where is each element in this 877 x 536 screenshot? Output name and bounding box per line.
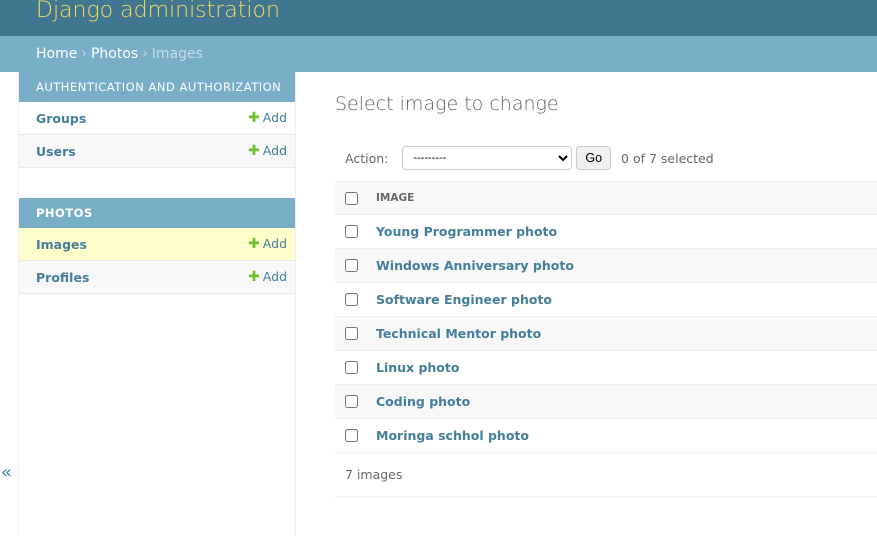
site-header: Django administration	[0, 0, 877, 36]
image-link[interactable]: Linux photo	[376, 360, 459, 375]
image-link[interactable]: Technical Mentor photo	[376, 326, 541, 341]
row-checkbox[interactable]	[345, 429, 358, 442]
add-label: Add	[262, 110, 287, 125]
sidebar-item-images[interactable]: Images ✚ Add	[19, 228, 295, 261]
row-checkbox[interactable]	[345, 225, 358, 238]
row-checkbox[interactable]	[345, 327, 358, 340]
column-header-image[interactable]: IMAGE	[376, 192, 414, 204]
sidebar-item-label[interactable]: Groups	[36, 111, 86, 126]
row-checkbox[interactable]	[345, 361, 358, 374]
sidebar-item-label[interactable]: Users	[36, 144, 76, 159]
plus-icon: ✚	[248, 236, 260, 252]
breadcrumb-photos[interactable]: Photos	[91, 46, 138, 62]
add-profiles-button[interactable]: ✚ Add	[248, 269, 287, 285]
sidebar-item-label[interactable]: Profiles	[36, 270, 89, 285]
breadcrumb-current: Images	[151, 46, 203, 62]
table-row: Moringa schhol photo	[335, 419, 877, 453]
plus-icon: ✚	[248, 110, 260, 126]
toggle-sidebar-button[interactable]: «	[1, 462, 12, 483]
add-label: Add	[262, 236, 287, 251]
add-label: Add	[262, 143, 287, 158]
breadcrumb-separator: ›	[81, 46, 87, 62]
select-all-checkbox[interactable]	[345, 191, 358, 205]
add-images-button[interactable]: ✚ Add	[248, 236, 287, 252]
image-link[interactable]: Moringa schhol photo	[376, 428, 529, 443]
action-label: Action:	[345, 150, 389, 166]
table-header: IMAGE	[335, 181, 877, 215]
add-groups-button[interactable]: ✚ Add	[248, 110, 287, 126]
nav-sidebar: AUTHENTICATION AND AUTHORIZATION Groups ✚…	[18, 72, 296, 536]
sidebar-item-users[interactable]: Users ✚ Add	[19, 135, 295, 168]
row-checkbox[interactable]	[345, 259, 358, 272]
table-row: Software Engineer photo	[335, 283, 877, 317]
module-caption-photos[interactable]: PHOTOS	[19, 198, 295, 228]
content: Select image to change Action: ---------…	[335, 72, 877, 497]
row-checkbox[interactable]	[345, 293, 358, 306]
site-title[interactable]: Django administration	[36, 0, 877, 22]
action-select[interactable]: ---------	[402, 146, 573, 170]
sidebar-item-groups[interactable]: Groups ✚ Add	[19, 102, 295, 135]
breadcrumb-home[interactable]: Home	[36, 46, 77, 62]
image-link[interactable]: Coding photo	[376, 394, 470, 409]
plus-icon: ✚	[248, 269, 260, 285]
plus-icon: ✚	[248, 143, 260, 159]
table-row: Young Programmer photo	[335, 215, 877, 249]
breadcrumb-separator: ›	[142, 46, 148, 62]
row-checkbox[interactable]	[345, 395, 358, 408]
breadcrumb: Home › Photos › Images	[0, 36, 877, 72]
image-link[interactable]: Windows Anniversary photo	[376, 258, 574, 273]
page-title: Select image to change	[335, 93, 559, 115]
table-row: Coding photo	[335, 385, 877, 419]
sidebar-item-profiles[interactable]: Profiles ✚ Add	[19, 261, 295, 294]
add-label: Add	[262, 269, 287, 284]
selection-counter: 0 of 7 selected	[621, 150, 714, 166]
image-link[interactable]: Young Programmer photo	[376, 224, 557, 239]
table-row: Technical Mentor photo	[335, 317, 877, 351]
actions-bar: Action: --------- Go 0 of 7 selected	[335, 135, 877, 181]
add-users-button[interactable]: ✚ Add	[248, 143, 287, 159]
go-button[interactable]: Go	[576, 146, 612, 170]
sidebar-item-label[interactable]: Images	[36, 237, 87, 252]
module-caption-auth[interactable]: AUTHENTICATION AND AUTHORIZATION	[19, 72, 295, 102]
table-row: Windows Anniversary photo	[335, 249, 877, 283]
table-row: Linux photo	[335, 351, 877, 385]
result-count: 7 images	[335, 453, 877, 497]
image-link[interactable]: Software Engineer photo	[376, 292, 552, 307]
